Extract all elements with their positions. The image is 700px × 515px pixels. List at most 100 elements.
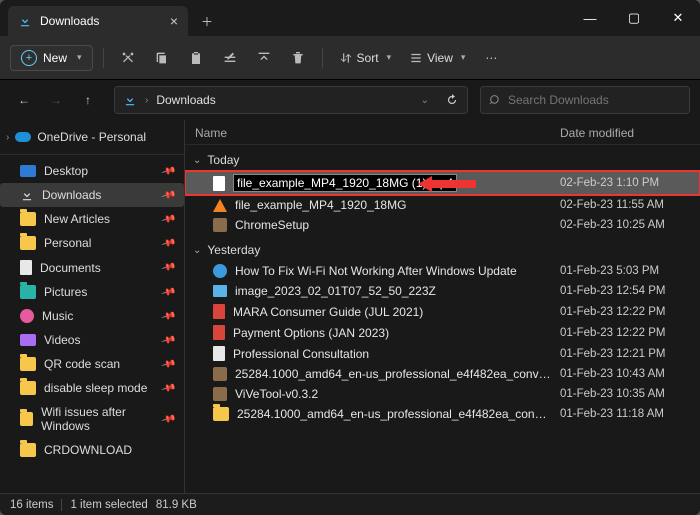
pictures-icon xyxy=(20,285,36,299)
file-name: ChromeSetup xyxy=(235,218,552,232)
copy-icon[interactable] xyxy=(148,44,176,72)
chevron-down-icon[interactable]: ⌄ xyxy=(421,95,429,106)
sidebar-item-pictures[interactable]: Pictures📌 xyxy=(0,280,184,304)
file-row[interactable]: ViVeTool-v0.3.201-Feb-23 10:35 AM xyxy=(185,384,700,404)
view-icon xyxy=(409,51,423,65)
chevron-right-icon: › xyxy=(145,95,148,106)
file-row[interactable]: How To Fix Wi-Fi Not Working After Windo… xyxy=(185,261,700,281)
search-input[interactable] xyxy=(508,93,681,107)
file-date: 01-Feb-23 10:35 AM xyxy=(560,388,690,400)
file-name: 25284.1000_amd64_en-us_professional_e4f4… xyxy=(237,407,552,421)
view-button[interactable]: View xyxy=(403,47,471,69)
sidebar-item-videos[interactable]: Videos📌 xyxy=(0,328,184,352)
file-date: 01-Feb-23 12:22 PM xyxy=(560,306,690,318)
html-icon xyxy=(213,264,227,278)
column-headers: Name Date modified xyxy=(185,120,700,145)
sidebar: › OneDrive - Personal Desktop📌 Downloads… xyxy=(0,120,185,493)
separator xyxy=(0,154,184,155)
pin-icon: 📌 xyxy=(160,211,176,227)
sidebar-item-qr[interactable]: QR code scan📌 xyxy=(0,352,184,376)
forward-button[interactable]: → xyxy=(42,86,70,114)
cut-icon[interactable] xyxy=(114,44,142,72)
file-row[interactable]: image_2023_02_01T07_52_50_223Z01-Feb-23 … xyxy=(185,281,700,301)
vlc-icon xyxy=(213,199,227,212)
sidebar-item-new-articles[interactable]: New Articles📌 xyxy=(0,207,184,231)
sidebar-item-wifi-issues[interactable]: Wifi issues after Windows📌 xyxy=(0,400,184,438)
file-row[interactable]: file_example_MP4_1920_18MG (1).mp402-Feb… xyxy=(185,171,700,195)
sidebar-item-downloads[interactable]: Downloads📌 xyxy=(0,183,184,207)
file-row[interactable]: ChromeSetup02-Feb-23 10:25 AM xyxy=(185,215,700,235)
video-icon xyxy=(20,334,36,346)
pin-icon: 📌 xyxy=(160,235,176,251)
minimize-button[interactable]: — xyxy=(568,0,612,36)
close-tab-icon[interactable]: × xyxy=(170,13,178,29)
tab-downloads[interactable]: Downloads × xyxy=(8,6,188,36)
file-row[interactable]: MARA Consumer Guide (JUL 2021)01-Feb-23 … xyxy=(185,301,700,322)
video-file-icon xyxy=(213,176,225,191)
delete-icon[interactable] xyxy=(284,44,312,72)
group-label: Yesterday xyxy=(207,243,260,257)
new-button[interactable]: + New xyxy=(10,45,93,71)
app-icon xyxy=(213,367,227,381)
plus-icon: + xyxy=(21,50,37,66)
folder-icon xyxy=(20,443,36,457)
file-row[interactable]: Payment Options (JAN 2023)01-Feb-23 12:2… xyxy=(185,322,700,343)
file-list: Name Date modified ⌄Today file_example_M… xyxy=(185,120,700,493)
sidebar-item-documents[interactable]: Documents📌 xyxy=(0,255,184,280)
status-items: 16 items xyxy=(10,499,53,511)
file-row[interactable]: file_example_MP4_1920_18MG02-Feb-23 11:5… xyxy=(185,195,700,215)
more-icon[interactable]: ⋯ xyxy=(477,44,505,72)
column-name[interactable]: Name xyxy=(195,126,560,140)
search-box[interactable] xyxy=(480,86,690,114)
file-row[interactable]: Professional Consultation01-Feb-23 12:21… xyxy=(185,343,700,364)
share-icon[interactable] xyxy=(250,44,278,72)
cloud-icon xyxy=(15,132,31,142)
sidebar-item-music[interactable]: Music📌 xyxy=(0,304,184,328)
up-button[interactable]: ↑ xyxy=(74,86,102,114)
pin-icon: 📌 xyxy=(160,356,176,372)
paste-icon[interactable] xyxy=(182,44,210,72)
refresh-icon[interactable] xyxy=(445,93,459,107)
pin-icon: 📌 xyxy=(160,163,176,179)
back-button[interactable]: ← xyxy=(10,86,38,114)
file-name: How To Fix Wi-Fi Not Working After Windo… xyxy=(235,264,552,278)
sidebar-group-onedrive[interactable]: › OneDrive - Personal xyxy=(0,124,184,150)
sidebar-item-label: Personal xyxy=(44,236,91,250)
onedrive-label: OneDrive - Personal xyxy=(37,130,146,144)
document-icon xyxy=(213,346,225,361)
rename-icon[interactable] xyxy=(216,44,244,72)
file-date: 01-Feb-23 10:43 AM xyxy=(560,368,690,380)
sidebar-item-personal[interactable]: Personal 📌 xyxy=(0,231,184,255)
sidebar-item-label: CRDOWNLOAD xyxy=(44,443,132,457)
status-bar: 16 items 1 item selected 81.9 KB xyxy=(0,493,700,515)
separator xyxy=(322,48,323,68)
file-date: 01-Feb-23 11:18 AM xyxy=(560,408,690,420)
file-row[interactable]: 25284.1000_amd64_en-us_professional_e4f4… xyxy=(185,364,700,384)
column-date[interactable]: Date modified xyxy=(560,126,690,140)
maximize-button[interactable]: ▢ xyxy=(612,0,656,36)
address-bar-row: ← → ↑ › Downloads ⌄ xyxy=(0,80,700,120)
sidebar-item-disable-sleep[interactable]: disable sleep mode📌 xyxy=(0,376,184,400)
sidebar-item-desktop[interactable]: Desktop📌 xyxy=(0,159,184,183)
desktop-icon xyxy=(20,165,36,177)
folder-icon xyxy=(20,212,36,226)
address-bar[interactable]: › Downloads ⌄ xyxy=(114,86,468,114)
group-label: Today xyxy=(207,153,239,167)
rename-input[interactable]: file_example_MP4_1920_18MG (1).mp4 xyxy=(233,174,457,192)
pin-icon: 📌 xyxy=(160,187,176,203)
new-tab-button[interactable]: ＋ xyxy=(194,8,220,34)
close-window-button[interactable]: ✕ xyxy=(656,0,700,36)
sort-label: Sort xyxy=(357,51,379,65)
crumb-downloads[interactable]: Downloads xyxy=(156,93,215,107)
file-date: 01-Feb-23 12:54 PM xyxy=(560,285,690,297)
sort-button[interactable]: Sort xyxy=(333,47,398,69)
document-icon xyxy=(20,260,32,275)
pin-icon: 📌 xyxy=(160,260,176,276)
group-today[interactable]: ⌄Today xyxy=(185,145,700,171)
file-name: 25284.1000_amd64_en-us_professional_e4f4… xyxy=(235,367,552,381)
file-row[interactable]: 25284.1000_amd64_en-us_professional_e4f4… xyxy=(185,404,700,424)
sidebar-item-crdownload[interactable]: CRDOWNLOAD xyxy=(0,438,184,462)
group-yesterday[interactable]: ⌄Yesterday xyxy=(185,235,700,261)
pdf-icon xyxy=(213,325,225,340)
search-icon xyxy=(489,94,502,107)
